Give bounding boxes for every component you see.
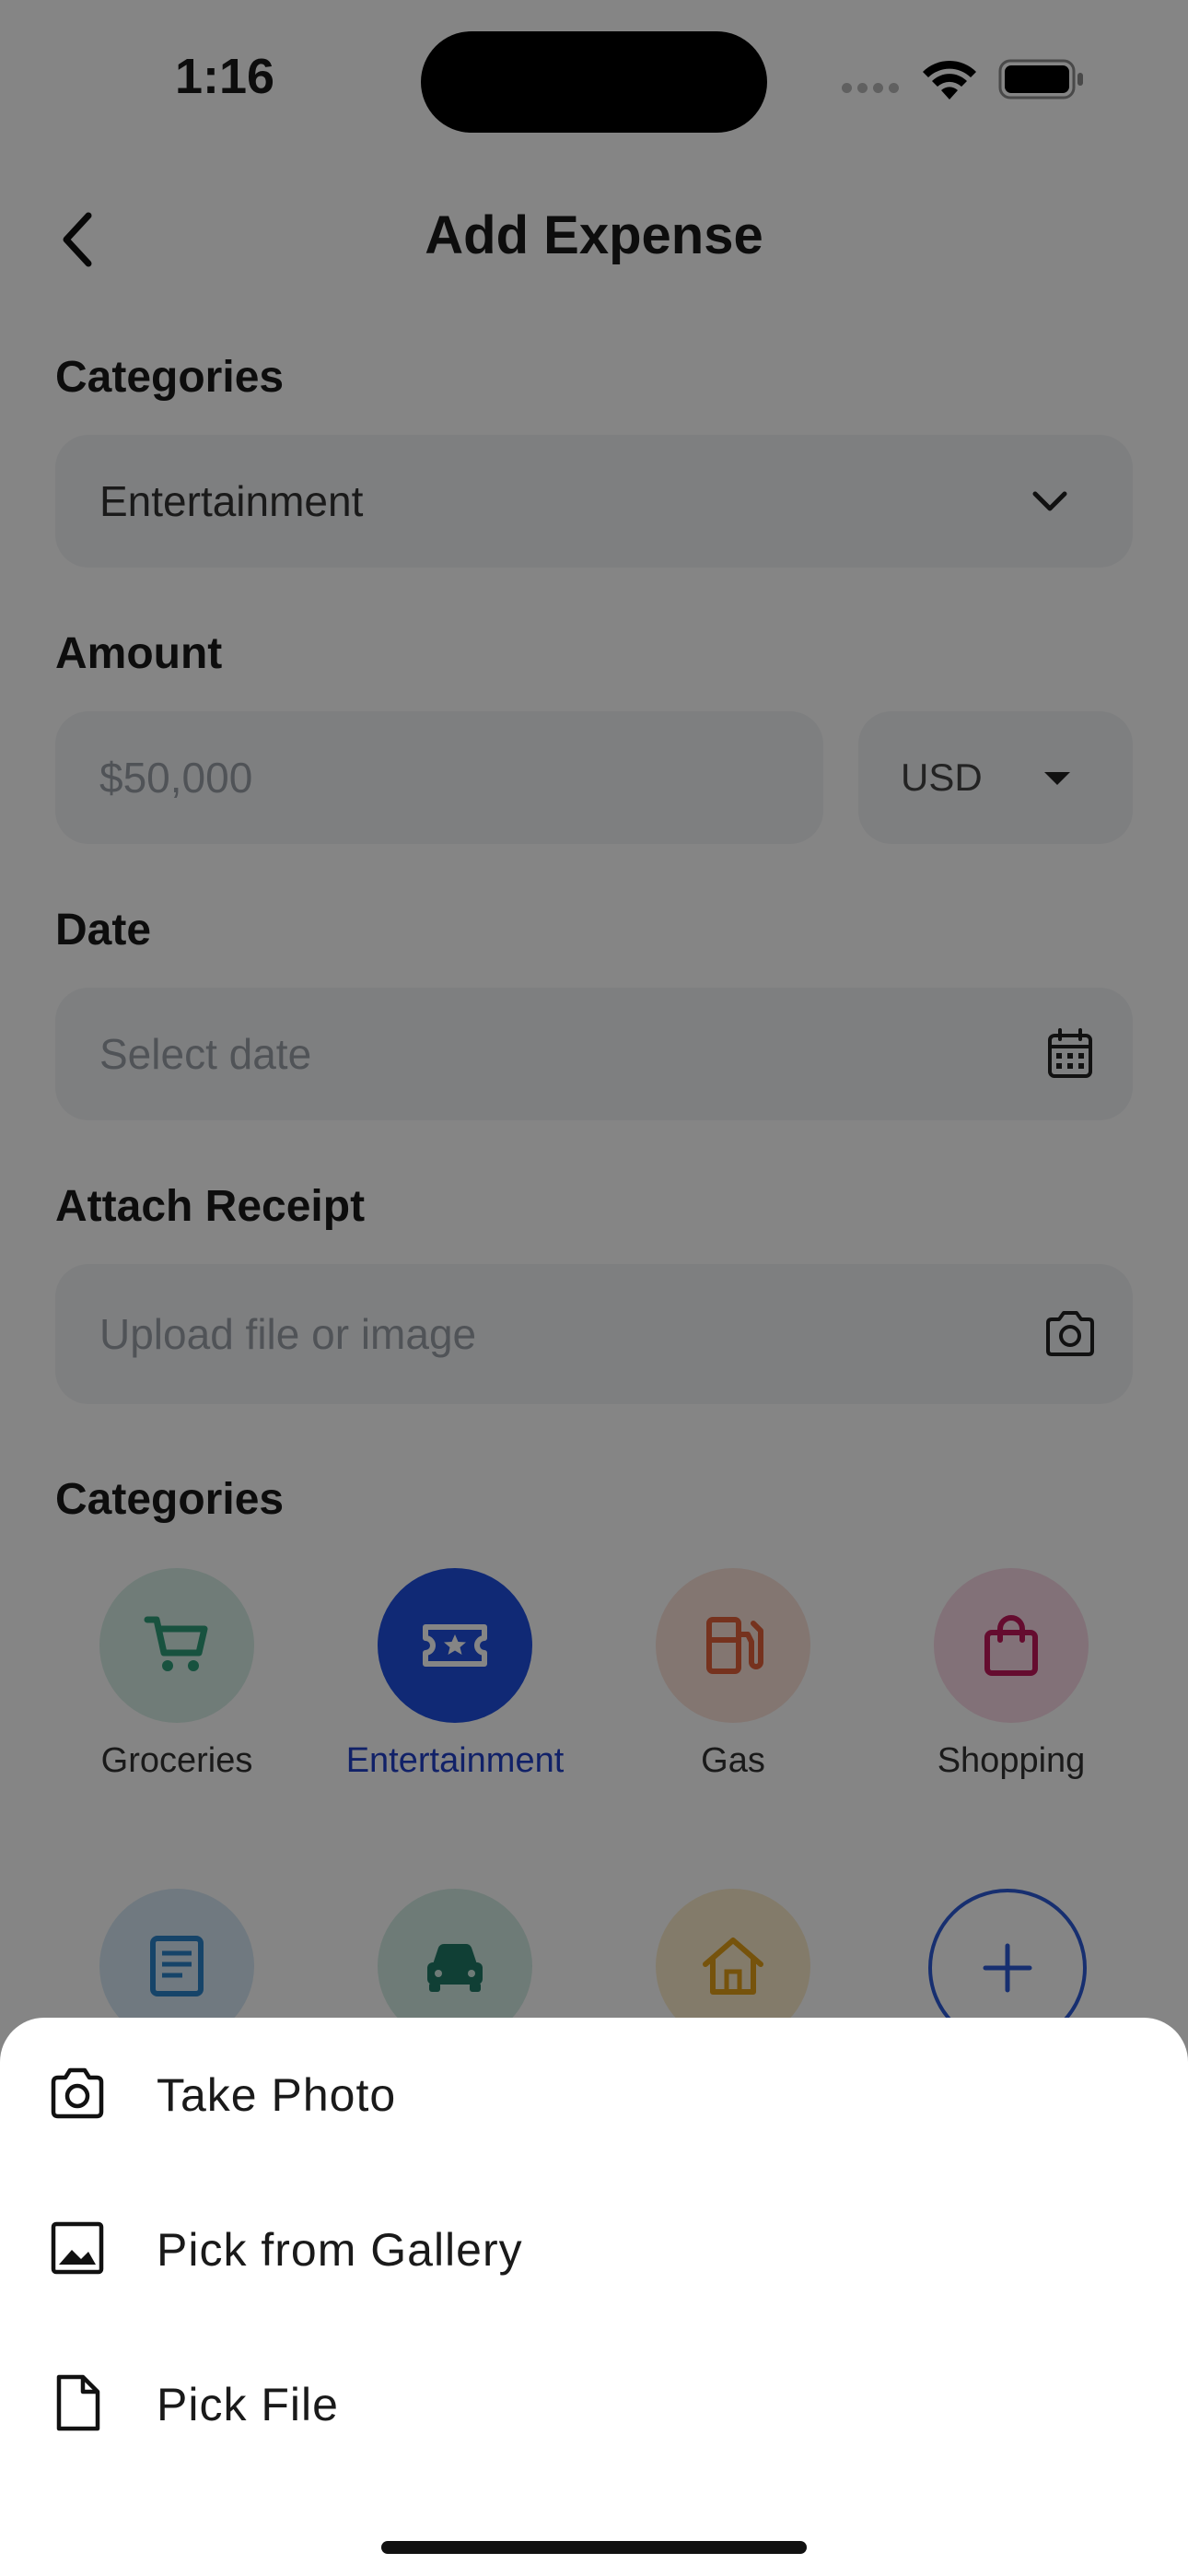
file-icon — [56, 2374, 100, 2431]
take-photo-option[interactable]: Take Photo — [0, 2018, 1188, 2172]
take-photo-label: Take Photo — [157, 2069, 397, 2121]
home-indicator[interactable] — [381, 2541, 807, 2554]
pick-from-gallery-option[interactable]: Pick from Gallery — [0, 2172, 1188, 2327]
camera-icon — [51, 2067, 104, 2119]
pick-file-label: Pick File — [157, 2379, 339, 2430]
pick-from-gallery-label: Pick from Gallery — [157, 2224, 523, 2276]
pick-file-option[interactable]: Pick File — [0, 2327, 1188, 2482]
image-icon — [51, 2221, 104, 2275]
attach-options-sheet: Take Photo Pick from Gallery Pick File — [0, 2018, 1188, 2576]
